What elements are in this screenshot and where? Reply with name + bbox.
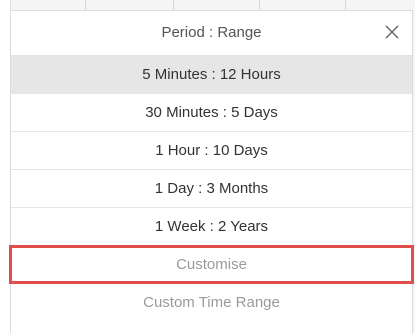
option-label: 1 Week : 2 Years: [154, 218, 269, 235]
custom-time-range-label: Custom Time Range: [143, 294, 280, 311]
dropdown-title: Period : Range: [161, 24, 262, 41]
dropdown-header: Period : Range: [11, 11, 412, 56]
background-tick: [259, 0, 260, 10]
option-1hour-10days[interactable]: 1 Hour : 10 Days: [11, 132, 412, 170]
option-30min-5days[interactable]: 30 Minutes : 5 Days: [11, 94, 412, 132]
option-label: 30 Minutes : 5 Days: [145, 104, 278, 121]
period-range-dropdown: Period : Range 5 Minutes : 12 Hours 30 M…: [9, 10, 414, 333]
customise-option[interactable]: Customise: [11, 246, 412, 284]
customise-label: Customise: [176, 256, 247, 273]
custom-time-range-option[interactable]: Custom Time Range: [11, 284, 412, 322]
option-label: 1 Day : 3 Months: [154, 180, 269, 197]
background-tick: [173, 0, 174, 10]
background-tick: [85, 0, 86, 10]
customise-section: Customise: [9, 245, 414, 284]
close-icon[interactable]: [384, 24, 400, 40]
option-1day-3months[interactable]: 1 Day : 3 Months: [11, 170, 412, 208]
option-label: 5 Minutes : 12 Hours: [142, 66, 281, 83]
background-tick: [345, 0, 346, 10]
option-1week-2years[interactable]: 1 Week : 2 Years: [11, 208, 412, 246]
option-5min-12hours[interactable]: 5 Minutes : 12 Hours: [11, 56, 412, 94]
option-label: 1 Hour : 10 Days: [155, 142, 268, 159]
